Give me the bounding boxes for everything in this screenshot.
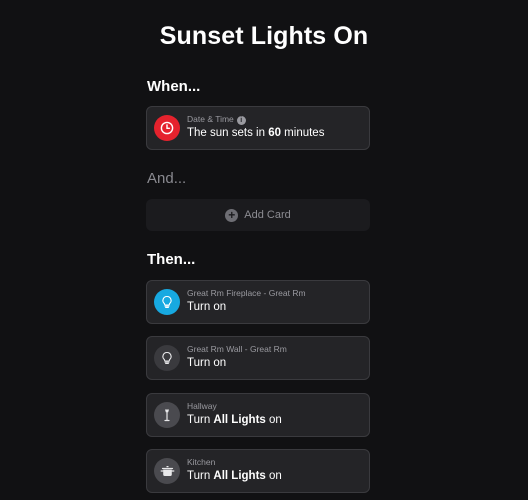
action-text-suffix: on xyxy=(265,414,282,426)
trigger-card-text: The sun sets in 60 minutes xyxy=(187,127,324,139)
action-card-text: Turn All Lights on xyxy=(187,414,282,426)
action-text-prefix: Turn xyxy=(187,414,214,426)
action-text-suffix: on xyxy=(265,470,282,482)
action-card-text: Turn All Lights on xyxy=(187,470,282,482)
action-text-prefix: Turn on xyxy=(187,357,227,369)
action-text-prefix: Turn on xyxy=(187,301,227,313)
clock-icon xyxy=(154,115,180,141)
when-section-label: When... xyxy=(147,78,201,95)
page-title: Sunset Lights On xyxy=(159,22,369,50)
action-card-text: Turn on xyxy=(187,301,226,313)
action-card-kitchen[interactable]: Kitchen Turn All Lights on xyxy=(146,449,370,493)
action-card-great-rm-fireplace[interactable]: Great Rm Fireplace - Great Rm Turn on xyxy=(146,280,370,324)
then-section-label: Then... xyxy=(147,251,196,268)
action-card-great-rm-wall[interactable]: Great Rm Wall - Great Rm Turn on xyxy=(146,336,370,380)
action-text-prefix: Turn xyxy=(187,470,214,482)
automation-page: Sunset Lights On When... Date & Time i Th… xyxy=(0,0,528,500)
action-text-bold: All Lights xyxy=(213,470,266,482)
trigger-card-date-time[interactable]: Date & Time i The sun sets in 60 minutes xyxy=(146,106,370,150)
floor-lamp-icon xyxy=(154,402,180,428)
action-card-device: Great Rm Fireplace - Great Rm xyxy=(187,288,306,298)
cooking-pot-icon xyxy=(154,458,180,484)
action-card-text: Turn on xyxy=(187,357,226,369)
action-card-device: Great Rm Wall - Great Rm xyxy=(187,344,287,354)
plus-circle-icon: + xyxy=(225,208,239,222)
and-section-label: And... xyxy=(147,170,187,187)
trigger-text-suffix: minutes xyxy=(280,127,325,139)
add-card-button[interactable]: + Add Card xyxy=(146,199,370,231)
lightbulb-icon xyxy=(154,289,180,315)
action-card-hallway[interactable]: Hallway Turn All Lights on xyxy=(146,393,370,437)
trigger-text-value: 60 xyxy=(268,127,281,139)
trigger-card-subtitle: Date & Time i xyxy=(187,114,246,125)
add-card-label: Add Card xyxy=(244,209,291,221)
trigger-card-category: Date & Time xyxy=(187,114,234,124)
action-card-device: Hallway xyxy=(187,401,217,411)
lightbulb-off-icon xyxy=(154,345,180,371)
action-card-device: Kitchen xyxy=(187,457,216,467)
action-text-bold: All Lights xyxy=(213,414,266,426)
info-icon[interactable]: i xyxy=(236,116,246,125)
trigger-text-prefix: The sun sets in xyxy=(187,127,269,139)
